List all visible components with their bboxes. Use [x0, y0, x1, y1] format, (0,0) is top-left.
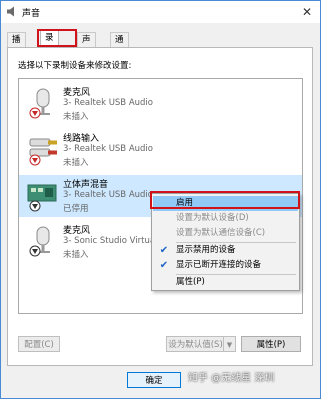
- device-driver: 3- Realtek USB Audio: [63, 98, 153, 108]
- set-default-button[interactable]: 设为默认值(S) ▼: [166, 336, 236, 352]
- menu-item-label: 显示禁用的设备: [176, 245, 236, 255]
- configure-button[interactable]: 配置(C): [18, 336, 60, 352]
- menu-item-show-disconnected[interactable]: ✔ 显示已断开连接的设备: [153, 258, 298, 273]
- properties-button[interactable]: 属性(P): [241, 336, 301, 352]
- checkmark-icon: ✔: [159, 245, 169, 256]
- device-status: 已停用: [63, 204, 89, 214]
- close-icon: ✕: [301, 5, 313, 19]
- tab-playback[interactable]: 播放: [7, 32, 26, 59]
- microphone-icon: [29, 88, 50, 119]
- device-item[interactable]: 麦克风 3- Realtek USB Audio 未插入: [19, 83, 302, 125]
- device-name: 立体声混音: [63, 180, 109, 190]
- device-driver: 3- Sonic Studio Virtual: [63, 236, 158, 246]
- tab-sounds[interactable]: 声音: [77, 32, 96, 59]
- recording-tab-highlight-box: [37, 29, 77, 47]
- title-bar: 声音 ✕: [1, 1, 320, 23]
- close-button[interactable]: ✕: [298, 4, 316, 20]
- stereo-mix-icon: [27, 184, 57, 212]
- menu-item-show-disabled[interactable]: ✔ 显示禁用的设备: [153, 243, 298, 258]
- ok-button[interactable]: 确定: [127, 372, 181, 388]
- device-status: 未插入: [63, 112, 89, 122]
- device-name: 线路输入: [63, 134, 100, 144]
- microphone-icon: [29, 226, 50, 257]
- menu-item-set-default-comm-device[interactable]: 设置为默认通信设备(C): [153, 226, 298, 241]
- tab-communications[interactable]: 通信: [110, 32, 129, 59]
- device-driver: 3- Realtek USB Audio: [63, 190, 153, 200]
- device-name: 麦克风: [63, 88, 91, 98]
- window-title: 声音: [22, 9, 41, 19]
- speaker-icon: [7, 6, 14, 17]
- device-status: 未插入: [63, 250, 89, 260]
- menu-item-set-default-device[interactable]: 设置为默认设备(D): [153, 211, 298, 226]
- set-default-label: 设为默认值(S): [168, 340, 223, 350]
- enable-item-highlight-box: [150, 191, 300, 209]
- menu-item-label: 显示已断开连接的设备: [176, 260, 262, 270]
- instruction-text: 选择以下录制设备来修改设置:: [18, 61, 132, 71]
- device-driver: 3- Realtek USB Audio: [63, 144, 153, 154]
- checkmark-icon: ✔: [159, 260, 169, 271]
- watermark-text: 知乎 @无线星 深圳: [188, 373, 275, 384]
- menu-item-properties[interactable]: 属性(P): [153, 275, 298, 290]
- line-in-icon: [29, 138, 57, 166]
- chevron-down-icon[interactable]: ▼: [223, 337, 235, 351]
- device-status: 未插入: [63, 158, 89, 168]
- device-name: 麦克风: [63, 226, 91, 236]
- device-item[interactable]: 线路输入 3- Realtek USB Audio 未插入: [19, 129, 302, 171]
